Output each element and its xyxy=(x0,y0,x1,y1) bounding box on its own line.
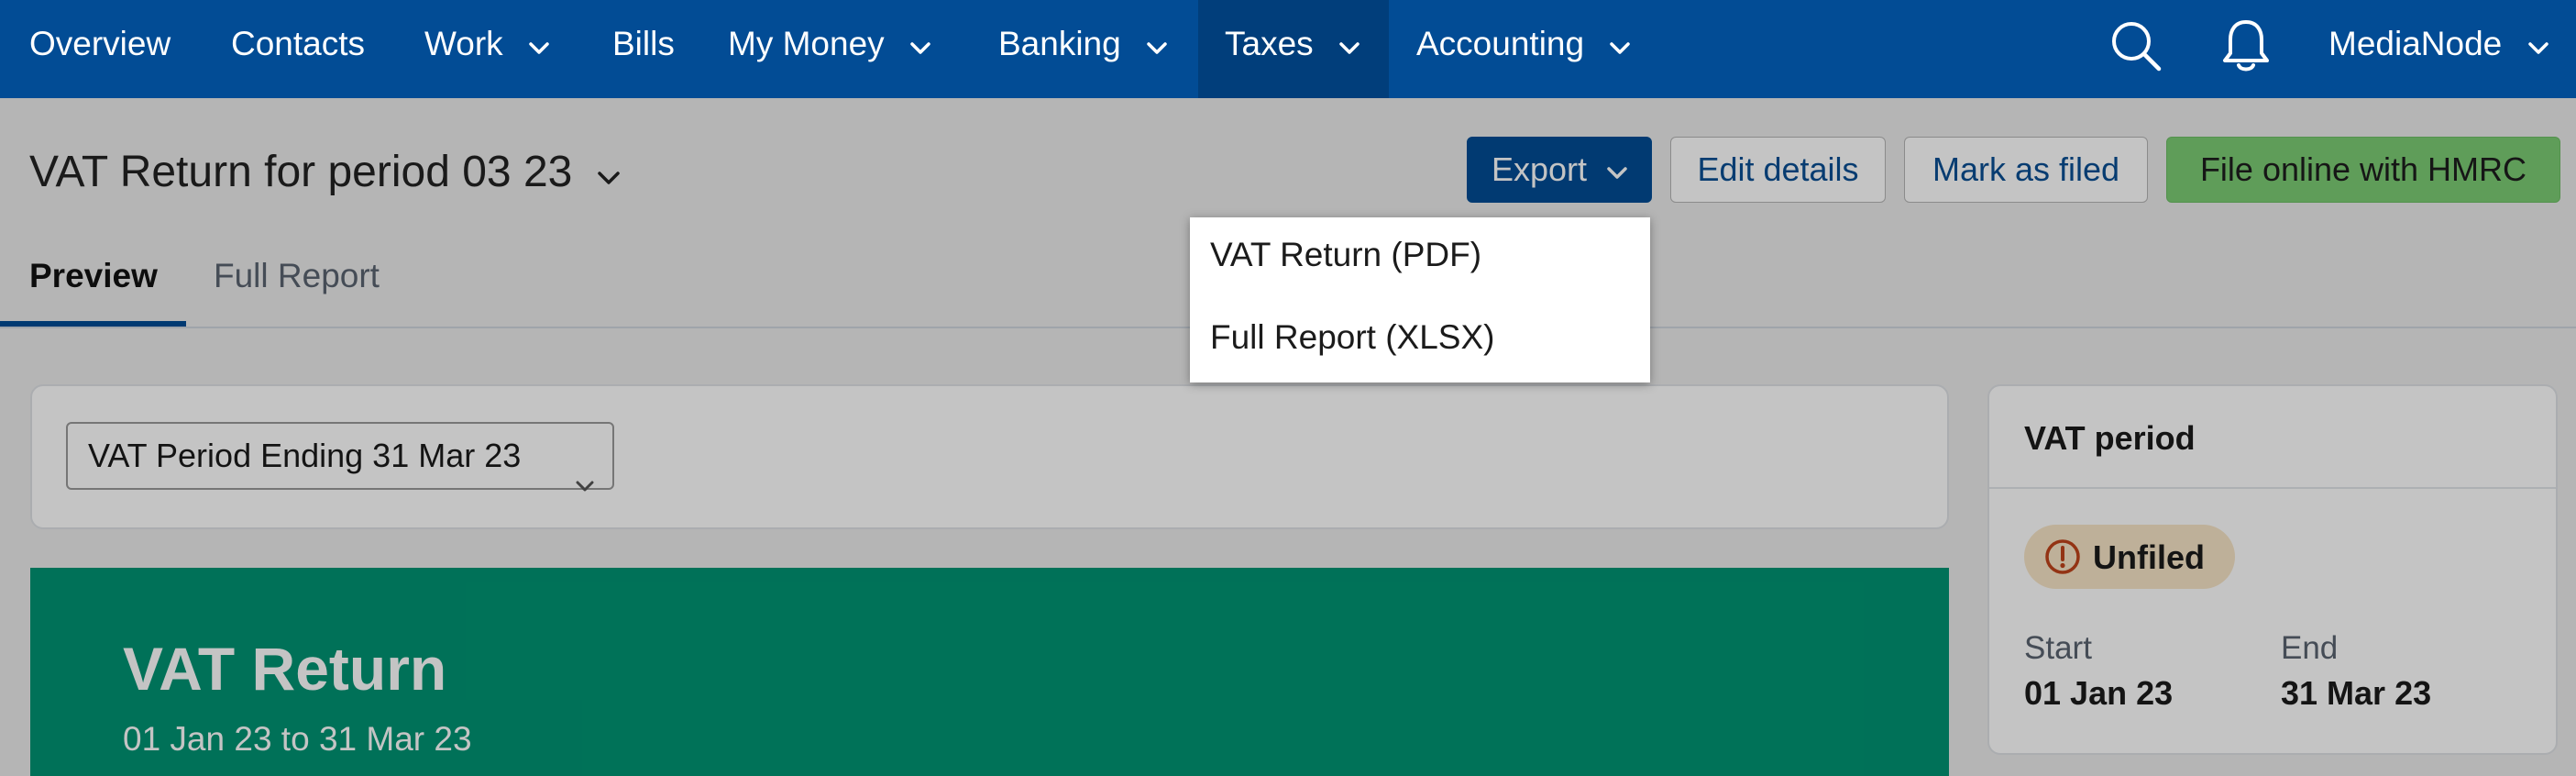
nav-item-label: Banking xyxy=(998,25,1121,62)
chevron-down-icon xyxy=(1610,0,1631,87)
nav-item-work[interactable]: Work xyxy=(424,0,549,98)
dropdown-backdrop[interactable] xyxy=(0,98,2576,776)
chevron-down-icon xyxy=(910,0,930,87)
bell-icon[interactable] xyxy=(2218,17,2273,80)
nav-item-label: Accounting xyxy=(1416,25,1585,62)
account-menu[interactable]: MediaNode xyxy=(2328,0,2548,98)
account-name: MediaNode xyxy=(2328,25,2503,62)
nav-item-label: Taxes xyxy=(1225,25,1314,62)
search-icon[interactable] xyxy=(2108,18,2165,80)
menu-item-full-report-xlsx[interactable]: Full Report (XLSX) xyxy=(1210,318,1495,357)
chevron-down-icon xyxy=(529,0,549,87)
chevron-down-icon xyxy=(2527,0,2548,87)
nav-item-bills[interactable]: Bills xyxy=(612,0,675,98)
chevron-down-icon xyxy=(1147,0,1167,87)
nav-item-label: Work xyxy=(424,25,503,62)
nav-item-my-money[interactable]: My Money xyxy=(728,0,930,98)
nav-item-taxes[interactable]: Taxes xyxy=(1198,0,1389,98)
nav-item-banking[interactable]: Banking xyxy=(998,0,1167,98)
nav-item-label: My Money xyxy=(728,25,885,62)
nav-item-accounting[interactable]: Accounting xyxy=(1416,0,1631,98)
top-navigation: Overview Contacts Work Bills My Money Ba… xyxy=(0,0,2576,98)
chevron-down-icon xyxy=(1339,0,1360,87)
menu-item-vat-return-pdf[interactable]: VAT Return (PDF) xyxy=(1210,236,1481,274)
export-dropdown-menu: VAT Return (PDF) Full Report (XLSX) xyxy=(1190,217,1650,382)
nav-item-contacts[interactable]: Contacts xyxy=(231,0,365,98)
nav-item-overview[interactable]: Overview xyxy=(29,0,171,98)
